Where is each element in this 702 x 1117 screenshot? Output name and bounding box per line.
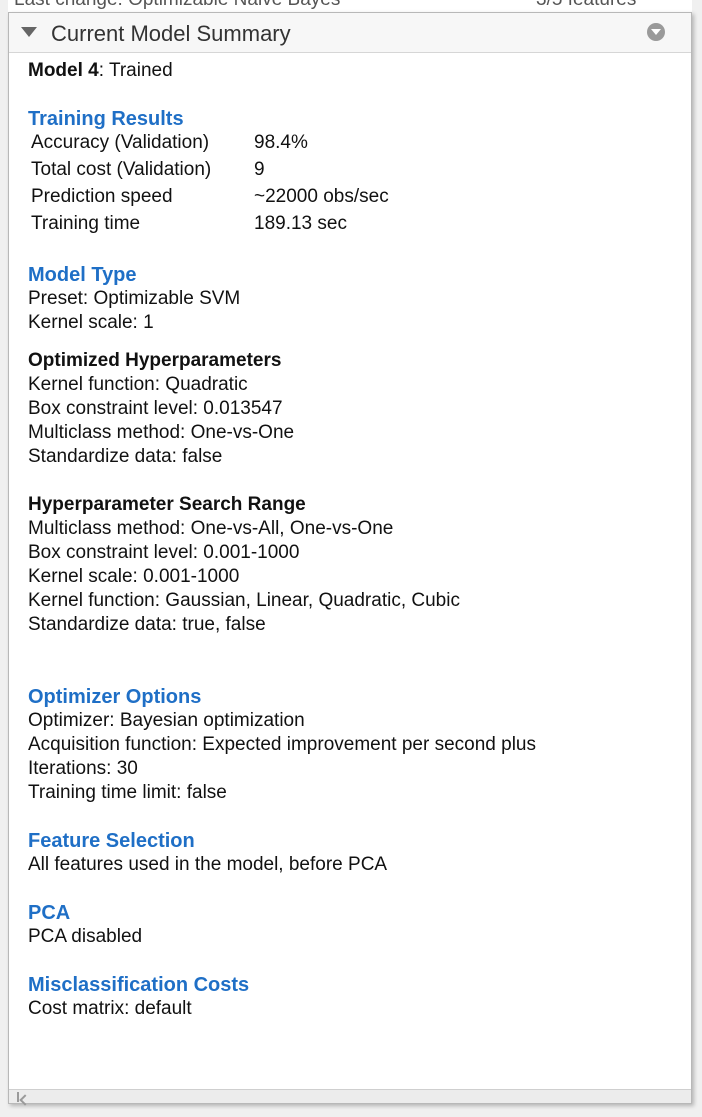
optimized-hyperparameters-heading: Optimized Hyperparameters (28, 350, 282, 371)
table-row: Training time 189.13 sec (28, 212, 389, 239)
cutoff-text-right: 3/5 features (536, 0, 636, 11)
search-range-line: Box constraint level: 0.001-1000 (28, 542, 300, 563)
model-type-line: Kernel scale: 1 (28, 312, 154, 333)
result-value: 189.13 sec (254, 213, 347, 234)
result-label: Training time (31, 213, 141, 234)
resize-grip-icon[interactable] (17, 1092, 19, 1102)
optimized-hyperparameter-line: Standardize data: false (28, 446, 223, 467)
search-range-heading: Hyperparameter Search Range (28, 494, 306, 515)
model-status-line: Model 4: Trained (28, 59, 688, 83)
panel-title: Current Model Summary (51, 21, 291, 46)
misclassification-costs-heading: Misclassification Costs (28, 974, 250, 996)
current-model-summary-panel: Current Model Summary Model 4: Trained T… (8, 12, 692, 1106)
summary-content: Model 4: Trained Training Results Accura… (28, 59, 688, 1021)
model-type-line: Preset: Optimizable SVM (28, 288, 241, 309)
training-results-heading: Training Results (28, 108, 184, 130)
result-value: ~22000 obs/sec (254, 186, 389, 207)
table-row: Accuracy (Validation) 98.4% (28, 131, 389, 158)
result-value: 98.4% (254, 132, 308, 153)
model-type-heading: Model Type (28, 264, 137, 286)
feature-selection-line: All features used in the model, before P… (28, 854, 388, 875)
panel-bottom-bar (9, 1089, 691, 1106)
pca-line: PCA disabled (28, 926, 143, 947)
search-range-line: Standardize data: true, false (28, 614, 266, 635)
result-label: Prediction speed (31, 186, 173, 207)
optimized-hyperparameter-line: Box constraint level: 0.013547 (28, 398, 283, 419)
result-label: Accuracy (Validation) (31, 132, 210, 153)
chevron-left-icon[interactable] (19, 1094, 31, 1106)
model-name: Model 4 (28, 60, 99, 81)
optimized-hyperparameter-line: Multiclass method: One-vs-One (28, 422, 295, 443)
table-row: Total cost (Validation) 9 (28, 158, 389, 185)
optimized-hyperparameter-line: Kernel function: Quadratic (28, 374, 248, 395)
optimizer-option-line: Iterations: 30 (28, 758, 138, 779)
optimizer-option-line: Acquisition function: Expected improveme… (28, 734, 536, 755)
table-row: Prediction speed ~22000 obs/sec (28, 185, 389, 212)
optimizer-options-heading: Optimizer Options (28, 686, 202, 708)
result-value: 9 (254, 159, 265, 180)
optimizer-option-line: Training time limit: false (28, 782, 227, 803)
result-label: Total cost (Validation) (31, 159, 212, 180)
previous-panel-cutoff: Last change: Optimizable Naive Bayes 3/5… (8, 0, 692, 12)
collapse-triangle-icon[interactable] (21, 27, 37, 37)
search-range-line: Kernel function: Gaussian, Linear, Quadr… (28, 590, 460, 611)
model-status: : Trained (98, 60, 173, 81)
panel-header[interactable]: Current Model Summary (9, 13, 691, 53)
pca-heading: PCA (28, 902, 71, 924)
feature-selection-heading: Feature Selection (28, 830, 195, 852)
optimizer-option-line: Optimizer: Bayesian optimization (28, 710, 305, 731)
search-range-line: Kernel scale: 0.001-1000 (28, 566, 240, 587)
training-results-table: Accuracy (Validation) 98.4% Total cost (… (28, 131, 389, 239)
app-frame: Last change: Optimizable Naive Bayes 3/5… (0, 0, 702, 1117)
misclassification-costs-line: Cost matrix: default (28, 998, 192, 1019)
search-range-line: Multiclass method: One-vs-All, One-vs-On… (28, 518, 394, 539)
panel-menu-icon[interactable] (647, 23, 665, 41)
cutoff-text: Last change: Optimizable Naive Bayes (14, 0, 340, 11)
